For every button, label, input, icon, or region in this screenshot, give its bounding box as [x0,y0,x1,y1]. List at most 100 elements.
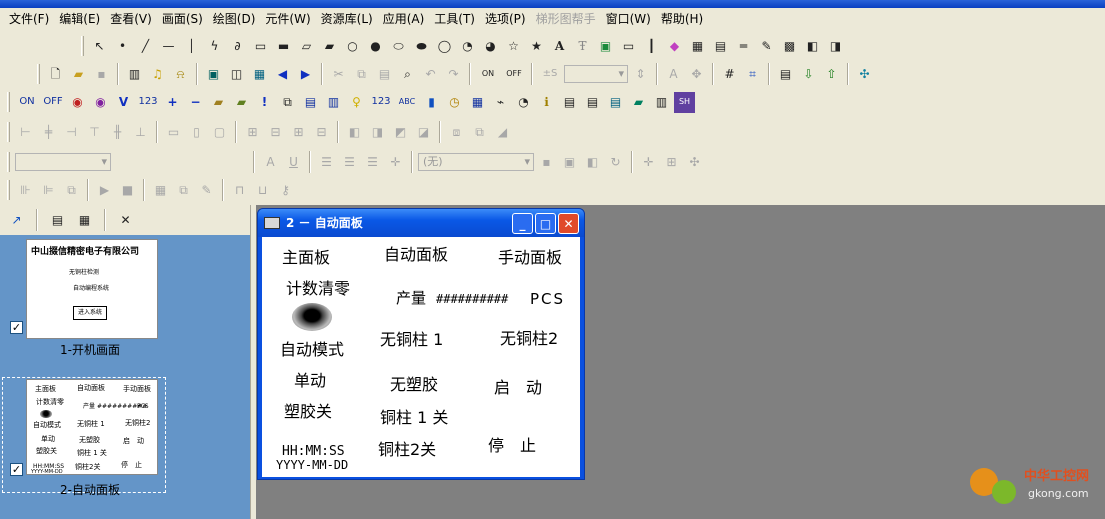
scale-icon[interactable]: ┃ [641,36,662,57]
close-button[interactable]: ✕ [558,213,579,234]
menu-library[interactable]: 资源库(L) [316,8,378,30]
message-icon[interactable]: ▤ [559,92,580,113]
fill-color-icon[interactable]: ▪ [536,152,557,173]
menu-draw[interactable]: 绘图(D) [208,8,261,30]
text-edit-icon[interactable]: A [663,64,684,85]
manual-panel-button[interactable]: 手动面板 [498,250,562,266]
window-icon[interactable] [264,217,280,229]
same-height-icon[interactable]: ▯ [186,122,207,143]
compile-icon[interactable]: ▤ [775,64,796,85]
pattern-icon[interactable]: ◧ [582,152,603,173]
rotate-icon[interactable]: ◢ [492,122,513,143]
menu-options[interactable]: 选项(P) [480,8,531,30]
filled-ellipse-icon[interactable]: ⬬ [411,36,432,57]
space-v-icon[interactable]: ⊟ [265,122,286,143]
font-combo[interactable] [15,153,111,171]
same-size-icon[interactable]: ▢ [209,122,230,143]
grid-view-icon[interactable]: ▦ [249,64,270,85]
increment-icon[interactable]: + [162,92,183,113]
bit-lamp-on-button[interactable]: ON [15,92,39,113]
ellipse-icon[interactable]: ⬭ [388,36,409,57]
curve-icon[interactable]: ∂ [227,36,248,57]
list-view-icon[interactable]: ▤ [47,210,68,231]
image-icon[interactable]: ▣ [595,36,616,57]
screen-thumbnail-1[interactable]: 中山掇信精密电子有限公司 无铜柱检测 自动编程系统 进入系统 [26,239,158,339]
copper1-off-button[interactable]: 铜柱 1 关 [380,410,448,426]
toolbar-grip[interactable] [7,122,10,142]
count-clear-button[interactable] [292,303,332,331]
menu-tools[interactable]: 工具(T) [429,8,480,30]
rectangle-icon[interactable]: ▭ [250,36,271,57]
screen-2-checkbox[interactable]: ✓ [10,463,23,476]
main-panel-button[interactable]: 主面板 [282,250,330,266]
menu-view[interactable]: 查看(V) [105,8,157,30]
toolbar-grip[interactable] [81,36,84,56]
menu-ladder-helper[interactable]: 梯形图帮手 [531,8,601,30]
refresh-icon[interactable]: ↻ [605,152,626,173]
status-icon[interactable]: ▦ [150,180,171,201]
spin-icon[interactable]: ⇕ [630,64,651,85]
unlock-icon[interactable]: ⊔ [252,180,273,201]
font-size-button[interactable]: ±S [538,64,562,85]
copy-icon[interactable]: ⧉ [351,64,372,85]
arc-icon[interactable]: ◯ [434,36,455,57]
align-center-icon[interactable]: ╪ [38,122,59,143]
panel-splitter[interactable] [250,205,256,519]
close-window-icon[interactable]: ▰ [231,92,252,113]
numeric-display-icon[interactable]: 123 [136,92,160,113]
filled-parallelogram-icon[interactable]: ▰ [319,36,340,57]
space-h-icon[interactable]: ⊞ [242,122,263,143]
off-state-button[interactable]: OFF [502,64,526,85]
bitmap-icon[interactable]: ▩ [779,36,800,57]
bring-front-icon[interactable]: ◧ [802,36,823,57]
open-window-icon[interactable]: ▰ [208,92,229,113]
table-icon[interactable]: ▦ [687,36,708,57]
text-right-icon[interactable]: ☰ [362,152,383,173]
open-folder-icon[interactable]: ▰ [68,64,89,85]
font-size-up-icon[interactable]: A [260,152,281,173]
toggle-switch-icon[interactable]: ◉ [90,92,111,113]
ladder-icon[interactable]: ⊪ [15,180,36,201]
new-file-icon[interactable]: 🗋 [45,64,66,85]
function-key-icon[interactable]: ! [254,92,275,113]
center-v-icon[interactable]: ⊟ [311,122,332,143]
find-icon[interactable]: ⌕ [397,64,418,85]
screen-thumbnail-2[interactable]: 主面板 自动面板 手动面板 计数清零 产量 ########## PCS 自动模… [26,379,158,475]
snap-icon[interactable]: ⌗ [742,64,763,85]
circle-icon[interactable]: ○ [342,36,363,57]
upload-icon[interactable]: ⇧ [821,64,842,85]
thumbnail-view-icon[interactable]: ▦ [74,210,95,231]
ungroup-icon[interactable]: ⧉ [469,122,490,143]
meter-icon[interactable]: ◔ [513,92,534,113]
close-panel-icon[interactable]: ✕ [115,210,136,231]
filled-rectangle-icon[interactable]: ▬ [273,36,294,57]
parallelogram-icon[interactable]: ▱ [296,36,317,57]
text-icon[interactable]: A [549,36,570,57]
recipe-icon[interactable]: ▰ [628,92,649,113]
redo-icon[interactable]: ↷ [443,64,464,85]
bar-graph-icon[interactable]: ▮ [421,92,442,113]
forward-icon[interactable]: ▶ [295,64,316,85]
box-grid-icon[interactable]: ⊞ [661,152,682,173]
single-step-button[interactable]: 单动 [294,373,326,389]
menu-screen[interactable]: 画面(S) [157,8,208,30]
bit-lamp-off-button[interactable]: OFF [41,92,65,113]
stop-button[interactable]: 停 止 [488,438,536,454]
run-icon[interactable]: ▶ [94,180,115,201]
align-right-icon[interactable]: ⊣ [61,122,82,143]
align-left-icon[interactable]: ⊢ [15,122,36,143]
simulate-icon[interactable]: ✣ [854,64,875,85]
hmi-canvas[interactable]: 主面板 自动面板 手动面板 计数清零 产量 ########## PCS 无铜柱… [262,237,580,477]
value-icon[interactable]: V [113,92,134,113]
screen-1-checkbox[interactable]: ✓ [10,321,23,334]
text-center-icon[interactable]: ☰ [339,152,360,173]
ruler-icon[interactable]: ═ [733,36,754,57]
sheet-icon[interactable]: SH [674,91,695,113]
filled-star-icon[interactable]: ★ [526,36,547,57]
layer-up-icon[interactable]: ◧ [344,122,365,143]
lamp-icon[interactable]: ◉ [67,92,88,113]
back-icon[interactable]: ◀ [272,64,293,85]
layer-down-icon[interactable]: ◨ [367,122,388,143]
move-icon[interactable]: ✛ [385,152,406,173]
plastic-off-button[interactable]: 塑胶关 [284,404,332,420]
